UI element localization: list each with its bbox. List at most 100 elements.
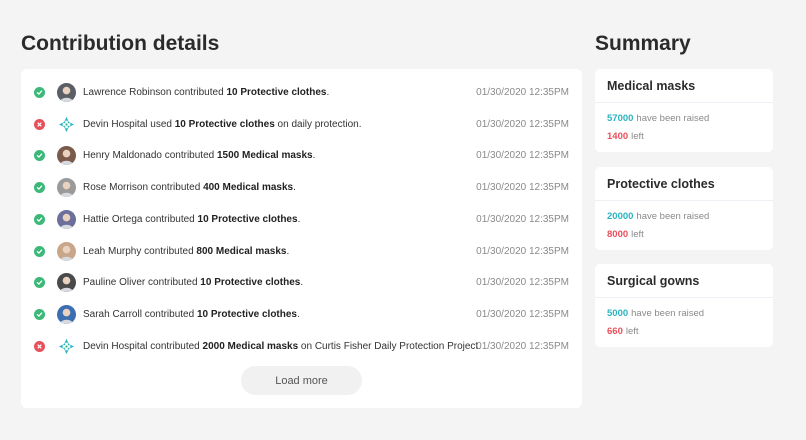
left-label: left <box>631 228 644 240</box>
summary-card-surgical-gowns: Surgical gowns 5000 have been raised 660… <box>595 264 773 347</box>
hospital-logo-icon <box>57 114 76 134</box>
avatar <box>57 177 76 197</box>
contribution-subject: Hattie Ortega contributed <box>83 213 198 225</box>
contribution-subject: Lawrence Robinson contributed <box>83 86 227 98</box>
raised-label: have been raised <box>636 112 710 124</box>
raised-label: have been raised <box>631 307 705 319</box>
list-item: Devin Hospital used 10 Protective clothe… <box>21 108 582 140</box>
close-icon <box>34 340 45 352</box>
raised-line: 5000 have been raised <box>595 304 773 322</box>
contribution-list-card: Lawrence Robinson contributed 10 Protect… <box>21 69 582 408</box>
contribution-item: 800 Medical masks <box>196 245 287 257</box>
avatar <box>57 304 76 324</box>
left-label: left <box>631 130 644 142</box>
contribution-text: Hattie Ortega contributed 10 Protective … <box>83 214 300 225</box>
raised-line: 20000 have been raised <box>595 207 773 225</box>
summary-card-medical-masks: Medical masks 57000 have been raised 140… <box>595 69 773 152</box>
left-line: 1400 left <box>595 127 773 145</box>
contribution-subject: Pauline Oliver contributed <box>83 276 201 288</box>
summary-title: Summary <box>595 32 691 55</box>
contribution-text: Devin Hospital contributed 2000 Medical … <box>83 341 481 352</box>
raised-count: 20000 <box>607 210 634 222</box>
list-item: Sarah Carroll contributed 10 Protective … <box>21 298 582 330</box>
contribution-suffix: . <box>312 149 316 161</box>
contribution-text: Devin Hospital used 10 Protective clothe… <box>83 119 361 130</box>
left-line: 8000 left <box>595 225 773 243</box>
check-icon <box>34 181 45 193</box>
contribution-timestamp: 01/30/2020 12:35PM <box>476 340 569 352</box>
left-count: 8000 <box>607 228 629 240</box>
contribution-details-title: Contribution details <box>21 32 220 55</box>
avatar <box>57 145 76 165</box>
contribution-subject: Leah Murphy contributed <box>83 245 197 257</box>
contribution-subject: Devin Hospital used <box>83 118 175 130</box>
list-item: Henry Maldonado contributed 1500 Medical… <box>21 139 582 171</box>
contribution-suffix: . <box>286 245 290 257</box>
left-count: 660 <box>607 325 623 337</box>
contribution-text: Pauline Oliver contributed 10 Protective… <box>83 277 303 288</box>
contribution-text: Lawrence Robinson contributed 10 Protect… <box>83 87 329 98</box>
contribution-text: Rose Morrison contributed 400 Medical ma… <box>83 182 296 193</box>
check-icon <box>34 276 45 288</box>
contribution-subject: Devin Hospital contributed <box>83 340 203 352</box>
summary-card-title: Surgical gowns <box>595 264 773 298</box>
contribution-suffix: on Curtis Fisher Daily Protection Projec… <box>298 340 481 352</box>
summary-card-title: Medical masks <box>595 69 773 103</box>
contribution-timestamp: 01/30/2020 12:35PM <box>476 86 569 98</box>
list-item: Hattie Ortega contributed 10 Protective … <box>21 203 582 235</box>
contribution-timestamp: 01/30/2020 12:35PM <box>476 213 569 225</box>
contribution-item: 10 Protective clothes <box>174 118 275 130</box>
avatar <box>57 272 76 292</box>
list-item: Rose Morrison contributed 400 Medical ma… <box>21 171 582 203</box>
contribution-timestamp: 01/30/2020 12:35PM <box>476 245 569 257</box>
contribution-item: 2000 Medical masks <box>202 340 299 352</box>
contribution-subject: Rose Morrison contributed <box>83 181 204 193</box>
load-more-button[interactable]: Load more <box>241 366 362 395</box>
contribution-subject: Sarah Carroll contributed <box>83 308 197 320</box>
contribution-suffix: on daily protection. <box>274 118 362 130</box>
list-item: Lawrence Robinson contributed 10 Protect… <box>21 76 582 108</box>
summary-card-title: Protective clothes <box>595 167 773 201</box>
contribution-suffix: . <box>297 213 301 225</box>
list-item: Pauline Oliver contributed 10 Protective… <box>21 266 582 298</box>
contribution-text: Sarah Carroll contributed 10 Protective … <box>83 309 300 320</box>
contribution-text: Leah Murphy contributed 800 Medical mask… <box>83 246 289 257</box>
contribution-item: 1500 Medical masks <box>216 149 313 161</box>
contribution-timestamp: 01/30/2020 12:35PM <box>476 276 569 288</box>
list-item: Devin Hospital contributed 2000 Medical … <box>21 330 582 362</box>
raised-count: 57000 <box>607 112 634 124</box>
contribution-timestamp: 01/30/2020 12:35PM <box>476 149 569 161</box>
left-line: 660 left <box>595 322 773 340</box>
left-label: left <box>625 325 639 337</box>
raised-count: 5000 <box>607 307 629 319</box>
list-item: Leah Murphy contributed 800 Medical mask… <box>21 235 582 267</box>
contribution-suffix: . <box>300 276 304 288</box>
raised-line: 57000 have been raised <box>595 109 773 127</box>
contribution-text: Henry Maldonado contributed 1500 Medical… <box>83 150 315 161</box>
contribution-suffix: . <box>326 86 330 98</box>
check-icon <box>34 308 45 320</box>
contribution-suffix: . <box>293 181 296 193</box>
contribution-item: 10 Protective clothes <box>197 213 298 225</box>
avatar <box>57 241 76 261</box>
check-icon <box>34 245 45 257</box>
contribution-timestamp: 01/30/2020 12:35PM <box>476 181 569 193</box>
check-icon <box>34 149 45 161</box>
summary-card-protective-clothes: Protective clothes 20000 have been raise… <box>595 167 773 250</box>
contribution-item: 10 Protective clothes <box>196 308 297 320</box>
close-icon <box>34 118 45 130</box>
check-icon <box>34 86 45 98</box>
contribution-timestamp: 01/30/2020 12:35PM <box>476 308 569 320</box>
avatar <box>57 209 76 229</box>
left-count: 1400 <box>607 130 629 142</box>
avatar <box>57 82 76 102</box>
contribution-timestamp: 01/30/2020 12:35PM <box>476 118 569 130</box>
contribution-item: 10 Protective clothes <box>200 276 301 288</box>
contribution-item: 10 Protective clothes <box>226 86 327 98</box>
raised-label: have been raised <box>636 210 710 222</box>
contribution-subject: Henry Maldonado contributed <box>83 149 217 161</box>
hospital-logo-icon <box>57 336 76 356</box>
check-icon <box>34 213 45 225</box>
contribution-suffix: . <box>297 308 300 320</box>
contribution-item: 400 Medical masks <box>203 181 294 193</box>
